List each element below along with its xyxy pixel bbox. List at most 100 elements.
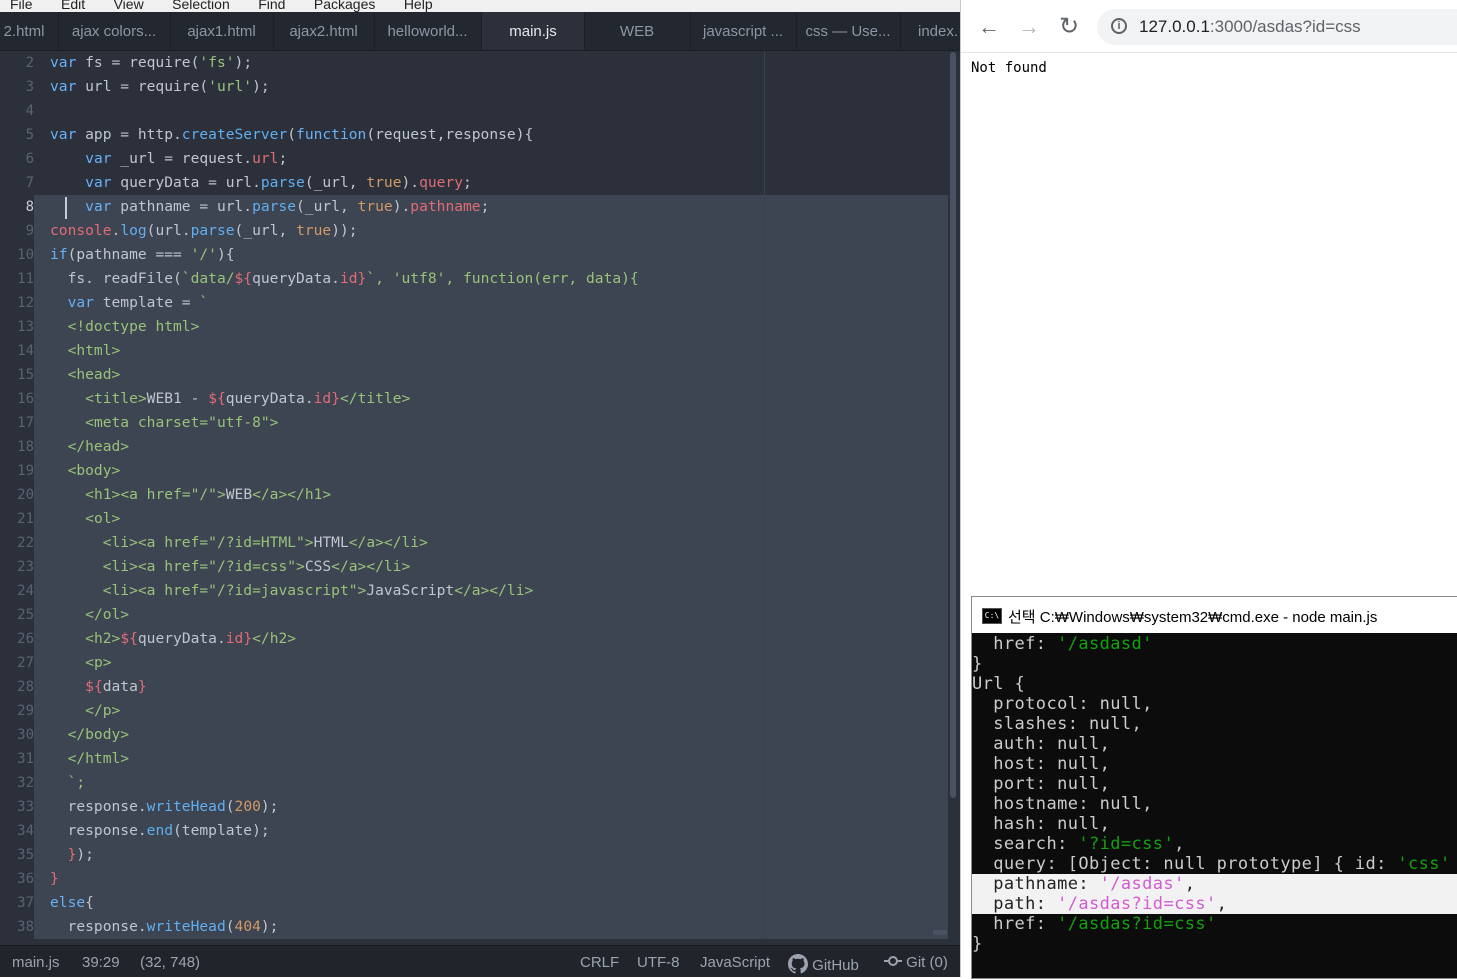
menu-help[interactable]: Help (404, 0, 433, 12)
code-line[interactable]: 30 </body> (0, 723, 948, 747)
code-text[interactable]: response.end(template); (50, 819, 270, 843)
code-text[interactable]: <ol> (50, 507, 120, 531)
code-line[interactable]: 31 </html> (0, 747, 948, 771)
code-text[interactable]: <li><a href="/?id=javascript">JavaScript… (50, 579, 534, 603)
code-text[interactable]: <html> (50, 339, 121, 363)
code-text[interactable]: <p> (50, 651, 111, 675)
code-text[interactable]: </p> (50, 699, 120, 723)
code-line[interactable]: 12 var template = ` (0, 291, 948, 315)
code-line[interactable]: 2 var fs = require('fs'); (0, 51, 948, 75)
code-line[interactable]: 19 <body> (0, 459, 948, 483)
code-line[interactable]: 32 `; (0, 771, 948, 795)
code-text[interactable]: else{ (50, 891, 94, 915)
code-line[interactable]: 27 <p> (0, 651, 948, 675)
tab-web[interactable]: WEB (584, 12, 691, 50)
menu-packages[interactable]: Packages (314, 0, 375, 12)
tab-main-js[interactable]: main.js (482, 12, 585, 50)
status-file-name[interactable]: main.js (12, 954, 60, 971)
tab-ajax1-html[interactable]: ajax1.html (170, 12, 274, 50)
code-line[interactable]: 5 var app = http.createServer(function(re… (0, 123, 948, 147)
code-line[interactable]: 33 response.writeHead(200); (0, 795, 948, 819)
status-line-ending[interactable]: CRLF (580, 954, 619, 971)
code-line[interactable]: 9 console.log(url.parse(_url, true)); (0, 219, 948, 243)
code-line[interactable]: 28 ${data} (0, 675, 948, 699)
reload-icon[interactable]: ↻ (1056, 14, 1082, 40)
code-line[interactable]: 4 (0, 99, 948, 123)
code-text[interactable]: <body> (50, 459, 121, 483)
tab-css-use[interactable]: css — Use... (796, 12, 901, 50)
tab-ajax-colors[interactable]: ajax colors... (58, 12, 171, 50)
code-text[interactable]: <head> (50, 363, 121, 387)
code-text[interactable]: fs. readFile(`data/${queryData.id}`, 'ut… (50, 267, 639, 291)
code-text[interactable]: <!doctype html> (50, 315, 200, 339)
code-text[interactable]: response.writeHead(404); (50, 915, 279, 939)
code-text[interactable]: response.writeHead(200); (50, 795, 279, 819)
code-text[interactable]: if(pathname === '/'){ (50, 243, 235, 267)
menu-file[interactable]: File (10, 0, 33, 12)
menu-view[interactable]: View (114, 0, 144, 12)
console-title-bar[interactable]: C:\ 선택 C:₩Windows₩system32₩cmd.exe - nod… (972, 597, 1457, 633)
code-text[interactable]: <h1><a href="/">WEB</a></h1> (50, 483, 331, 507)
code-text[interactable]: <h2>${queryData.id}</h2> (50, 627, 296, 651)
code-text[interactable]: <title>WEB1 - ${queryData.id}</title> (50, 387, 410, 411)
code-text[interactable]: console.log(url.parse(_url, true)); (50, 219, 358, 243)
console-output[interactable]: href: '/asdasd'} Url { protocol: null, sl… (972, 634, 1457, 978)
url-text[interactable]: 127.0.0.1:3000/asdas?id=css (1139, 17, 1361, 37)
code-line[interactable]: 11 fs. readFile(`data/${queryData.id}`, … (0, 267, 948, 291)
code-text[interactable]: <li><a href="/?id=HTML">HTML</a></li> (50, 531, 428, 555)
code-text[interactable]: ${data} (50, 675, 147, 699)
tab-2-html[interactable]: 2.html (0, 12, 59, 50)
menu-edit[interactable]: Edit (61, 0, 85, 12)
code-text[interactable]: var _url = request.url; (50, 147, 287, 171)
code-line[interactable]: 18 </head> (0, 435, 948, 459)
code-line[interactable]: 16 <title>WEB1 - ${queryData.id}</title> (0, 387, 948, 411)
code-text[interactable]: <li><a href="/?id=css">CSS</a></li> (50, 555, 411, 579)
code-line[interactable]: 36} (0, 867, 948, 891)
code-area[interactable]: 2 var fs = require('fs'); 3 var url = requi… (0, 51, 948, 939)
code-text[interactable]: var queryData = url.parse(_url, true).qu… (50, 171, 472, 195)
code-text[interactable]: <meta charset="utf-8"> (50, 411, 278, 435)
code-line[interactable]: 21 <ol> (0, 507, 948, 531)
code-line[interactable]: 17 <meta charset="utf-8"> (0, 411, 948, 435)
code-text[interactable]: var url = require('url'); (50, 75, 270, 99)
code-line[interactable]: 38 response.writeHead(404); (0, 915, 948, 939)
code-text[interactable]: </head> (50, 435, 130, 459)
status-cursor-position[interactable]: 39:29 (82, 954, 120, 971)
code-text[interactable]: </ol> (50, 603, 129, 627)
code-line[interactable]: 7 var queryData = url.parse(_url, true).… (0, 171, 948, 195)
code-line[interactable]: 6 var _url = request.url; (0, 147, 948, 171)
menu-find[interactable]: Find (258, 0, 285, 12)
code-text[interactable]: `; (50, 771, 86, 795)
code-text[interactable]: var fs = require('fs'); (50, 51, 252, 75)
code-line[interactable]: 10 if(pathname === '/'){ (0, 243, 948, 267)
vertical-scrollbar[interactable] (950, 52, 956, 798)
back-icon[interactable]: ← (976, 14, 1002, 40)
code-line[interactable]: 3 var url = require('url'); (0, 75, 948, 99)
status-encoding[interactable]: UTF-8 (637, 954, 680, 971)
code-text[interactable]: var template = ` (50, 291, 209, 315)
code-text[interactable]: </body> (50, 723, 130, 747)
tab-javascript[interactable]: javascript ... (690, 12, 797, 50)
github-button[interactable]: GitHub (788, 954, 859, 974)
code-line[interactable]: 26 <h2>${queryData.id}</h2> (0, 627, 948, 651)
code-line[interactable]: 34 response.end(template); (0, 819, 948, 843)
code-line[interactable]: 35 }); (0, 843, 948, 867)
code-line[interactable]: 24 <li><a href="/?id=javascript">JavaScr… (0, 579, 948, 603)
address-bar[interactable]: i 127.0.0.1:3000/asdas?id=css (1097, 9, 1457, 45)
code-line[interactable]: 22 <li><a href="/?id=HTML">HTML</a></li> (0, 531, 948, 555)
code-line[interactable]: 23 <li><a href="/?id=css">CSS</a></li> (0, 555, 948, 579)
code-line[interactable]: 14 <html> (0, 339, 948, 363)
horizontal-scrollbar[interactable] (933, 930, 947, 935)
site-info-icon[interactable]: i (1111, 18, 1127, 34)
code-line[interactable]: 29 </p> (0, 699, 948, 723)
forward-icon[interactable]: → (1016, 14, 1042, 40)
tab-helloworld[interactable]: helloworld... (374, 12, 482, 50)
code-line[interactable]: 25 </ol> (0, 603, 948, 627)
code-text[interactable]: </html> (50, 747, 130, 771)
status-grammar[interactable]: JavaScript (700, 954, 770, 971)
code-line[interactable]: 37 else{ (0, 891, 948, 915)
code-text[interactable]: } (50, 867, 59, 891)
git-button[interactable]: Git (0) (884, 954, 948, 971)
code-line[interactable]: 13 <!doctype html> (0, 315, 948, 339)
code-text[interactable]: var pathname = url.parse(_url, true).pat… (50, 195, 489, 219)
